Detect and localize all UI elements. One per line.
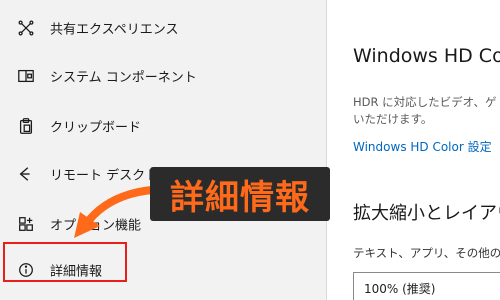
sidebar-item-shared-experiences[interactable]: 共有エクスペリエンス (0, 4, 326, 52)
page-title: Windows HD Co (353, 45, 500, 67)
hd-color-settings-link[interactable]: Windows HD Color 設定 (353, 138, 492, 155)
sidebar-item-label: 共有エクスペリエンス (50, 22, 179, 38)
scale-dropdown[interactable]: 100% (推奨) (353, 272, 500, 300)
hdr-description-line: いただけます。 (353, 112, 433, 126)
annotation-callout: 詳細情報 (150, 167, 330, 221)
scale-layout-heading: 拡大縮小とレイアウ (353, 203, 500, 224)
callout-text: 詳細情報 (170, 177, 310, 218)
hdr-description: HDR に対応したビデオ、ゲ いただけます。 (353, 94, 496, 128)
sidebar-item-clipboard[interactable]: クリップボード (0, 102, 326, 150)
scale-description: テキスト、アプリ、その他の項 (353, 246, 500, 260)
shared-experiences-icon (16, 18, 36, 38)
main-content: Windows HD Co HDR に対応したビデオ、ゲ いただけます。 Win… (327, 0, 500, 300)
sidebar-item-system-components[interactable]: システム コンポーネント (0, 52, 326, 100)
highlight-box (3, 242, 127, 282)
system-components-icon (16, 66, 36, 86)
optional-features-icon (16, 214, 36, 234)
sidebar-item-label: システム コンポーネント (50, 70, 197, 86)
clipboard-icon (16, 116, 36, 136)
hdr-description-line: HDR に対応したビデオ、ゲ (353, 95, 497, 109)
sidebar-item-label: クリップボード (50, 120, 142, 136)
sidebar-item-label: オプション機能 (50, 218, 142, 234)
remote-desktop-icon (16, 164, 36, 184)
